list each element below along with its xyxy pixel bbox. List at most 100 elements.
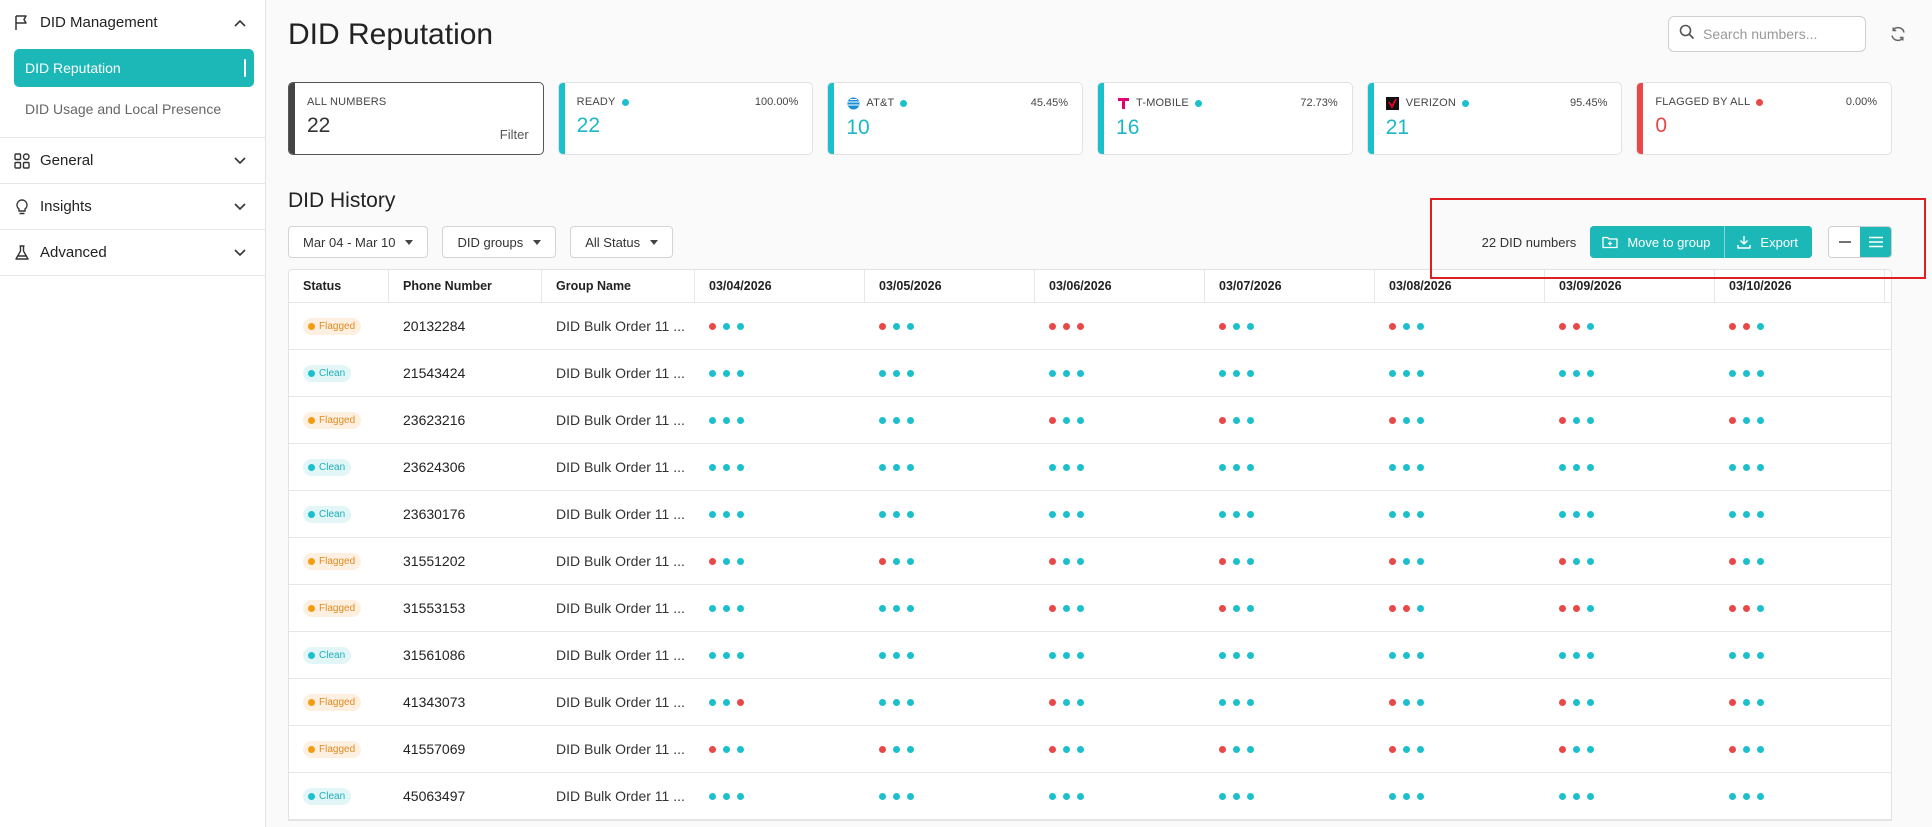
filter-label: All Status xyxy=(585,234,641,250)
chevron-down-icon[interactable] xyxy=(233,154,247,168)
clean-dot xyxy=(1417,557,1424,565)
status-text: Flagged xyxy=(319,555,356,567)
nav-head-insights[interactable]: Insights xyxy=(0,184,265,229)
compact-view-icon[interactable] xyxy=(1829,227,1860,257)
stat-card[interactable]: ALL NUMBERS 22 Filter xyxy=(288,82,544,155)
clean-dot xyxy=(1403,322,1410,330)
filter-bar: Mar 04 - Mar 10 DID groups All Status xyxy=(288,226,674,258)
date-cell xyxy=(1035,491,1205,537)
clean-dot xyxy=(1757,369,1764,377)
clean-dot xyxy=(709,416,716,424)
refresh-icon[interactable] xyxy=(1886,22,1910,46)
status-badge: Clean xyxy=(303,646,352,664)
table-row[interactable]: Flagged 20132284 DID Bulk Order 11 ... xyxy=(289,303,1891,350)
column-header[interactable]: Status xyxy=(289,270,389,302)
date-cell xyxy=(865,538,1035,584)
carrier-dots xyxy=(1049,745,1084,753)
table-row[interactable]: Clean 31561086 DID Bulk Order 11 ... xyxy=(289,632,1891,679)
stat-card[interactable]: READY 100.00% 22 xyxy=(557,82,814,155)
export-button[interactable]: Export xyxy=(1725,226,1812,258)
clean-dot xyxy=(723,510,730,518)
clean-dot xyxy=(709,651,716,659)
carrier-dots xyxy=(709,510,744,518)
table-row[interactable]: Flagged 31551202 DID Bulk Order 11 ... xyxy=(289,538,1891,585)
clean-dot xyxy=(1559,463,1566,471)
carrier-dots xyxy=(879,604,914,612)
column-header[interactable]: 03/08/2026 xyxy=(1375,270,1545,302)
column-header[interactable]: 03/04/2026 xyxy=(695,270,865,302)
column-header[interactable]: 03/07/2026 xyxy=(1205,270,1375,302)
date-cell xyxy=(1205,726,1375,772)
column-header[interactable]: 03/05/2026 xyxy=(865,270,1035,302)
sidebar-item-did-reputation[interactable]: DID Reputation xyxy=(14,49,254,87)
clean-dot xyxy=(1077,604,1084,612)
flagged-dot xyxy=(879,745,886,753)
carrier-dots xyxy=(1559,651,1594,659)
did-history-table: Status Phone Number Group Name 03/04/2026 03… xyxy=(288,269,1892,821)
nav-head-general[interactable]: General xyxy=(0,138,265,183)
nav-group-general: General xyxy=(0,138,265,184)
stat-card[interactable]: AT&T 45.45% 10 xyxy=(827,82,1084,155)
table-row[interactable]: Flagged 31553153 DID Bulk Order 11 ... xyxy=(289,585,1891,632)
status-cell: Flagged xyxy=(289,726,389,772)
clean-dot xyxy=(1417,463,1424,471)
date-cell xyxy=(1375,397,1545,443)
badge-dot xyxy=(308,463,315,471)
date-cell xyxy=(1715,350,1885,396)
clean-dot xyxy=(1587,557,1594,565)
search-box[interactable] xyxy=(1668,16,1866,52)
table-row[interactable]: Clean 45063497 DID Bulk Order 11 ... xyxy=(289,773,1891,820)
clean-dot xyxy=(1587,510,1594,518)
table-row[interactable]: Clean 23624306 DID Bulk Order 11 ... xyxy=(289,444,1891,491)
card-label-wrap: ALL NUMBERS xyxy=(307,96,386,108)
nav-head-advanced[interactable]: Advanced xyxy=(0,230,265,275)
column-header[interactable]: 03/10/2026 xyxy=(1715,270,1885,302)
table-row[interactable]: Flagged 41557069 DID Bulk Order 11 ... xyxy=(289,726,1891,773)
search-input[interactable] xyxy=(1703,26,1853,42)
date-cell xyxy=(695,632,865,678)
nav-head-did-management[interactable]: DID Management xyxy=(0,0,265,45)
carrier-dots xyxy=(1049,463,1084,471)
clean-dot xyxy=(1417,510,1424,518)
column-header[interactable]: 03/06/2026 xyxy=(1035,270,1205,302)
did-groups-filter[interactable]: DID groups xyxy=(442,226,557,258)
stat-card[interactable]: FLAGGED BY ALL 0.00% 0 xyxy=(1636,82,1893,155)
table-row[interactable]: Flagged 41343073 DID Bulk Order 11 ... xyxy=(289,679,1891,726)
clean-dot xyxy=(1729,463,1736,471)
clean-dot xyxy=(879,698,886,706)
column-header[interactable]: Group Name xyxy=(542,270,695,302)
date-cell xyxy=(1205,632,1375,678)
table-row[interactable]: Clean 23630176 DID Bulk Order 11 ... xyxy=(289,491,1891,538)
table-row[interactable]: Clean 21543424 DID Bulk Order 11 ... xyxy=(289,350,1891,397)
date-range-filter[interactable]: Mar 04 - Mar 10 xyxy=(288,226,429,258)
carrier-dots xyxy=(1729,322,1764,330)
top-right xyxy=(1668,16,1910,52)
chevron-up-icon[interactable] xyxy=(233,16,247,30)
clean-dot xyxy=(1757,322,1764,330)
carrier-dots xyxy=(1389,416,1424,424)
stat-card[interactable]: VERIZON 95.45% 21 xyxy=(1366,82,1623,155)
flagged-dot xyxy=(1077,322,1084,330)
group-cell: DID Bulk Order 11 ... xyxy=(542,585,695,631)
phone-number: 20132284 xyxy=(403,318,466,334)
date-cell xyxy=(1375,303,1545,349)
chevron-down-icon[interactable] xyxy=(233,246,247,260)
carrier-dots xyxy=(1559,510,1594,518)
card-filter-link[interactable]: Filter xyxy=(500,127,529,142)
date-cell xyxy=(1035,585,1205,631)
carrier-dots xyxy=(1729,369,1764,377)
carrier-dots xyxy=(1729,792,1764,800)
list-view-icon[interactable] xyxy=(1860,227,1891,257)
clean-dot xyxy=(1247,792,1254,800)
clean-dot xyxy=(723,416,730,424)
table-row[interactable]: Flagged 23623216 DID Bulk Order 11 ... xyxy=(289,397,1891,444)
sidebar-item-did-usage[interactable]: DID Usage and Local Presence xyxy=(0,87,265,131)
status-filter[interactable]: All Status xyxy=(570,226,674,258)
chevron-down-icon[interactable] xyxy=(233,200,247,214)
date-cell xyxy=(1715,632,1885,678)
stat-card[interactable]: T-MOBILE 72.73% 16 xyxy=(1097,82,1353,155)
column-header[interactable]: 03/09/2026 xyxy=(1545,270,1715,302)
move-to-group-button[interactable]: Move to group xyxy=(1590,226,1725,258)
column-header[interactable]: Phone Number xyxy=(389,270,542,302)
status-cell: Clean xyxy=(289,491,389,537)
